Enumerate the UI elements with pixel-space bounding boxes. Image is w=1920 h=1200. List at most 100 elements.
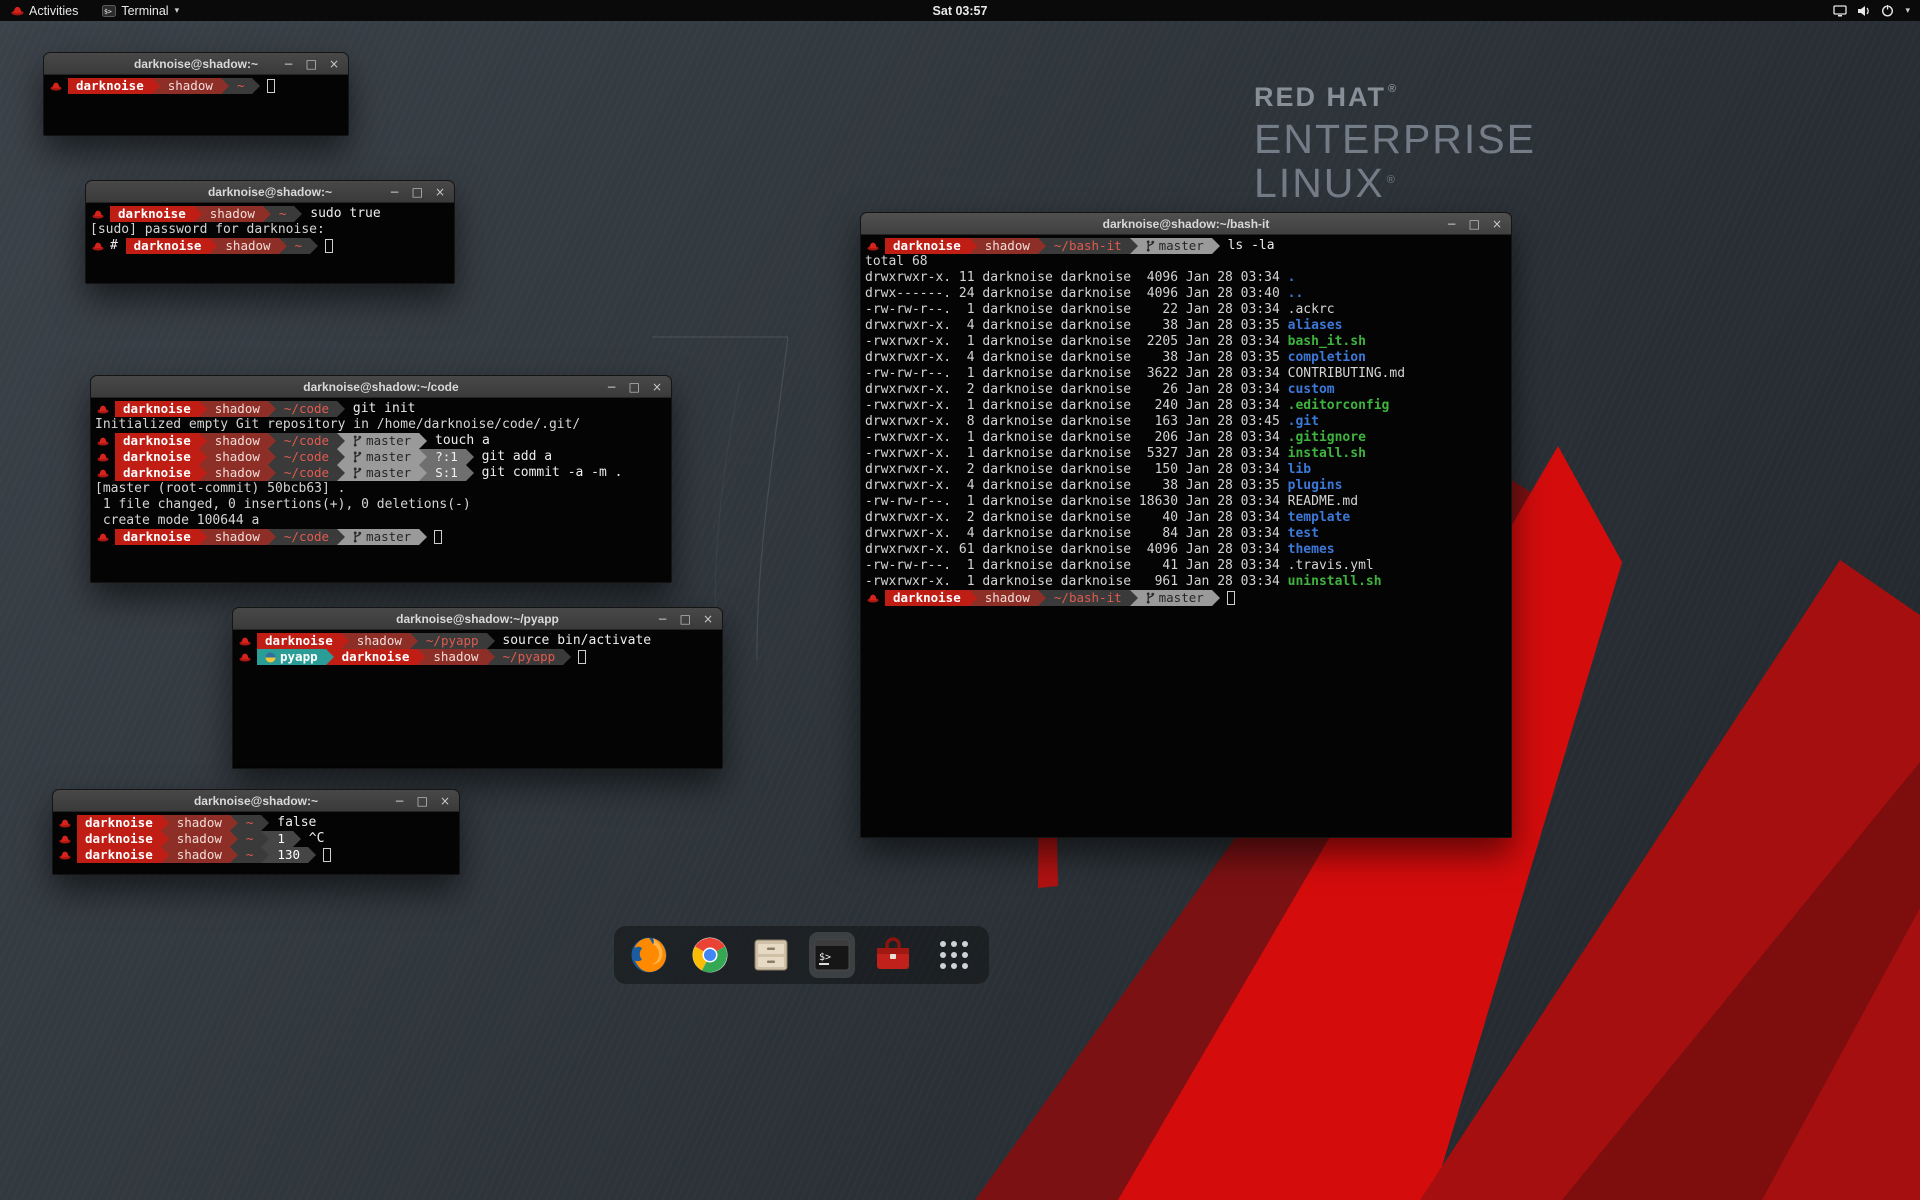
app-menu-terminal[interactable]: $> Terminal ▾: [98, 0, 183, 21]
terminal-text: create mode 100644 a: [95, 513, 259, 529]
prompt-segment-path: ~/bash-it: [1046, 238, 1130, 254]
powerline-arrow-icon: [337, 433, 345, 449]
close-button[interactable]: ×: [329, 58, 339, 70]
prompt-segment-git: master: [1138, 238, 1212, 254]
close-button[interactable]: ×: [703, 613, 713, 625]
powerline-arrow-icon: [199, 433, 207, 449]
terminal-line: drwxrwxr-x. 4 darknoise darknoise 38 Jan…: [865, 318, 1510, 334]
powerline-arrow-icon: [199, 529, 207, 545]
powerline-arrow-icon: [337, 529, 345, 545]
clock[interactable]: Sat 03:57: [933, 4, 988, 18]
terminal-content[interactable]: darknoiseshadow~ falsedarknoiseshadow~1 …: [53, 812, 459, 874]
terminal-content[interactable]: darknoiseshadow~/code git initInitialize…: [91, 398, 671, 582]
terminal-line: -rwxrwxr-x. 1 darknoise darknoise 2205 J…: [865, 334, 1510, 350]
powerline-arrow-icon: [1212, 590, 1220, 606]
terminal-text: drwxrwxr-x. 2 darknoise darknoise 150 Ja…: [865, 462, 1288, 478]
terminal-content[interactable]: darknoiseshadow~/pyapp source bin/activa…: [233, 630, 722, 768]
dock-item-terminal[interactable]: $>: [809, 932, 855, 978]
minimize-button[interactable]: −: [390, 186, 400, 198]
maximize-button[interactable]: □: [412, 186, 423, 198]
redhat-prompt-icon: [59, 818, 71, 828]
terminal-window-code: darknoise@shadow:~/code − □ × darknoises…: [90, 375, 672, 583]
window-titlebar[interactable]: darknoise@shadow:~/bash-it − □ ×: [861, 213, 1511, 235]
dock-item-firefox[interactable]: [626, 932, 672, 978]
terminal-window-sudo: darknoise@shadow:~ − □ × darknoiseshadow…: [85, 180, 455, 284]
activities-label: Activities: [29, 4, 78, 18]
terminal-line: -rwxrwxr-x. 1 darknoise darknoise 961 Ja…: [865, 574, 1510, 590]
terminal-text: sudo true: [302, 206, 380, 222]
prompt-segment-host: shadow: [425, 649, 486, 665]
terminal-text: #: [110, 238, 126, 254]
prompt-segment-user: darknoise: [885, 590, 969, 606]
powerline-arrow-icon: [209, 238, 217, 254]
dock-item-files[interactable]: [748, 932, 794, 978]
close-button[interactable]: ×: [435, 186, 445, 198]
window-titlebar[interactable]: darknoise@shadow:~ − □ ×: [44, 53, 348, 75]
git-branch-icon: [1146, 240, 1155, 252]
redhat-prompt-icon: [239, 652, 251, 662]
prompt-segment-host: shadow: [207, 401, 268, 417]
redhat-prompt-icon: [97, 452, 109, 462]
terminal-text: -rw-rw-r--. 1 darknoise darknoise 22 Jan…: [865, 302, 1288, 318]
prompt-segment-git: master: [345, 465, 419, 481]
close-button[interactable]: ×: [1492, 218, 1502, 230]
prompt-segment-user: darknoise: [77, 815, 161, 831]
red-toolbox-icon: [873, 935, 913, 975]
minimize-button[interactable]: −: [1447, 218, 1457, 230]
prompt-segment-host: shadow: [169, 831, 230, 847]
powerline-arrow-icon: [1038, 590, 1046, 606]
minimize-button[interactable]: −: [658, 613, 668, 625]
minimize-button[interactable]: −: [607, 381, 617, 393]
terminal-text: -rwxrwxr-x. 1 darknoise darknoise 961 Ja…: [865, 574, 1288, 590]
maximize-button[interactable]: □: [417, 795, 428, 807]
terminal-mini-icon: $>: [102, 5, 116, 17]
terminal-cursor: [323, 848, 331, 862]
maximize-button[interactable]: □: [1469, 218, 1480, 230]
terminal-line: -rwxrwxr-x. 1 darknoise darknoise 5327 J…: [865, 446, 1510, 462]
terminal-cursor: [325, 239, 333, 253]
terminal-content[interactable]: darknoiseshadow~: [44, 75, 348, 135]
terminal-cursor: [1227, 591, 1235, 605]
prompt-segment-user: darknoise: [68, 78, 152, 94]
maximize-button[interactable]: □: [629, 381, 640, 393]
terminal-text: Initialized empty Git repository in /hom…: [95, 417, 580, 433]
terminal-window-exit-codes: darknoise@shadow:~ − □ × darknoise shadow…: [52, 789, 460, 875]
terminal-line: darknoiseshadow~/codemaster touch a: [95, 433, 670, 449]
terminal-text: drwxrwxr-x. 61 darknoise darknoise 4096 …: [865, 542, 1288, 558]
prompt-segment-path: ~: [229, 78, 253, 94]
maximize-button[interactable]: □: [680, 613, 691, 625]
window-title: darknoise@shadow:~: [134, 57, 258, 71]
window-titlebar[interactable]: darknoise@shadow:~/code − □ ×: [91, 376, 671, 398]
dock-item-chrome[interactable]: [687, 932, 733, 978]
dock-item-app-grid[interactable]: [931, 932, 977, 978]
prompt-segment-gitstat: S:1: [427, 465, 466, 481]
brand-enterprise: ENTERPRISE: [1254, 119, 1536, 161]
activities-button[interactable]: Activities: [7, 0, 82, 21]
system-status-menu[interactable]: ▾: [1833, 0, 1920, 21]
window-titlebar[interactable]: darknoise@shadow:~ − □ ×: [53, 790, 459, 812]
terminal-content[interactable]: darknoiseshadow~/bash-itmaster ls -latot…: [861, 235, 1511, 837]
powerline-arrow-icon: [161, 831, 169, 847]
window-titlebar[interactable]: darknoise@shadow:~ − □ ×: [86, 181, 454, 203]
close-button[interactable]: ×: [440, 795, 450, 807]
powerline-arrow-icon: [337, 449, 345, 465]
prompt-segment-host: shadow: [207, 465, 268, 481]
dock-item-toolbox[interactable]: [870, 932, 916, 978]
close-button[interactable]: ×: [652, 381, 662, 393]
terminal-text: themes: [1288, 542, 1335, 558]
prompt-segment-path: ~/code: [276, 529, 337, 545]
terminal-content[interactable]: darknoiseshadow~ sudo true[sudo] passwor…: [86, 203, 454, 283]
window-titlebar[interactable]: darknoise@shadow:~/pyapp − □ ×: [233, 608, 722, 630]
prompt-segment-path: ~: [287, 238, 311, 254]
terminal-line: darknoiseshadow~/bash-itmaster: [865, 590, 1510, 606]
redhat-prompt-icon: [867, 593, 879, 603]
prompt-segment-host: shadow: [169, 815, 230, 831]
minimize-button[interactable]: −: [284, 58, 294, 70]
terminal-text: .: [1288, 270, 1296, 286]
terminal-line: darknoiseshadow~ false: [57, 815, 458, 831]
maximize-button[interactable]: □: [306, 58, 317, 70]
minimize-button[interactable]: −: [395, 795, 405, 807]
display-icon: [1833, 5, 1847, 17]
powerline-arrow-icon: [337, 465, 345, 481]
terminal-line: drwxrwxr-x. 61 darknoise darknoise 4096 …: [865, 542, 1510, 558]
